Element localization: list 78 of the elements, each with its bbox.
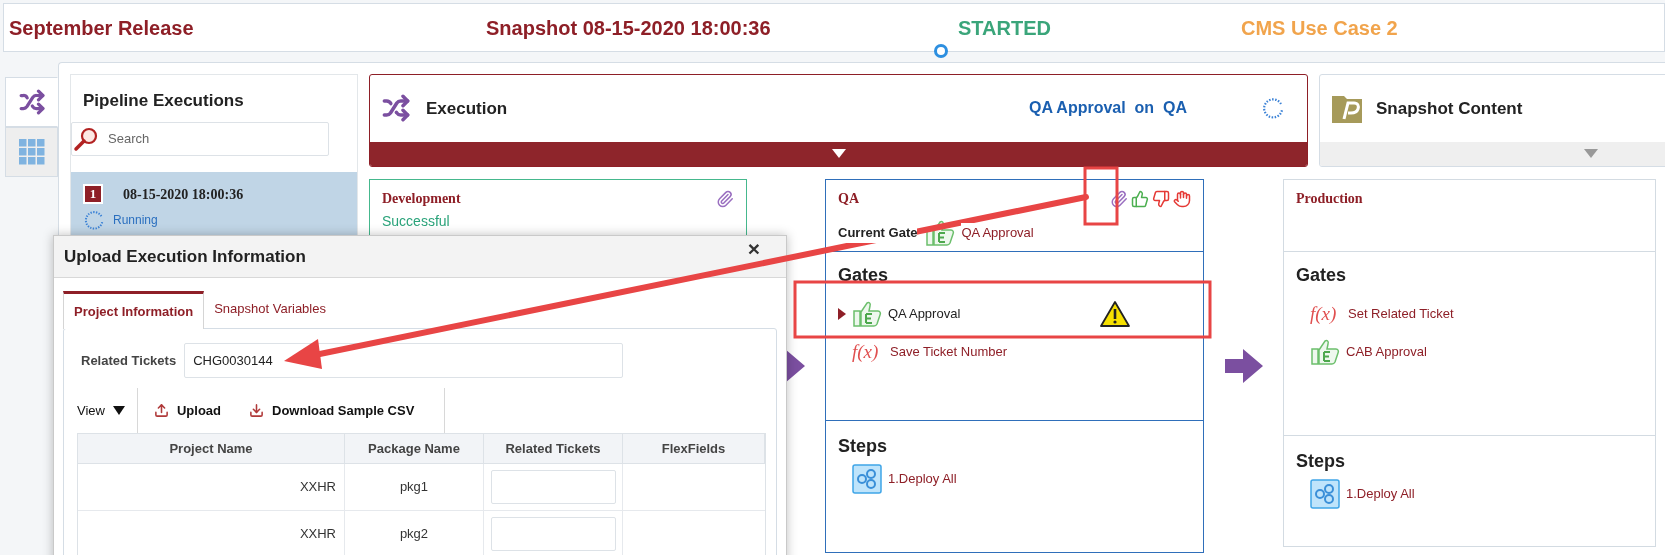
snapshot-title: Snapshot 08-15-2020 18:00:36 bbox=[486, 15, 772, 41]
steps-heading: Steps bbox=[1296, 450, 1347, 473]
gate-row[interactable]: CAB Approval bbox=[1296, 333, 1643, 371]
running-spinner-icon bbox=[83, 208, 105, 231]
download-icon bbox=[249, 403, 264, 418]
loading-spinner-icon bbox=[1261, 96, 1285, 121]
gates-heading: Gates bbox=[838, 264, 890, 287]
ticket-input-field[interactable] bbox=[490, 517, 616, 551]
paperclip-icon[interactable] bbox=[1110, 189, 1128, 208]
ticket-input-field[interactable] bbox=[490, 470, 616, 504]
deploy-icon bbox=[1310, 479, 1340, 509]
execution-status: Running bbox=[113, 211, 158, 229]
expand-bar[interactable] bbox=[370, 141, 1307, 166]
stage-name: QA bbox=[838, 190, 859, 208]
dialog-tab[interactable]: Project Information bbox=[63, 291, 205, 329]
steps-heading: Steps bbox=[838, 435, 889, 458]
gate-name: QA Approval bbox=[888, 305, 961, 324]
current-marker-icon bbox=[838, 308, 846, 320]
caret-icon bbox=[1584, 149, 1598, 159]
dialog-tab[interactable]: Snapshot Variables bbox=[204, 290, 336, 328]
use-case-label: CMS Use Case 2 bbox=[1241, 15, 1398, 41]
gate-row[interactable]: f(x) Save Ticket Number bbox=[838, 333, 1191, 371]
search-icon bbox=[73, 125, 99, 152]
thumbs-up-icon bbox=[852, 300, 884, 328]
upload-icon bbox=[153, 403, 169, 418]
column-header: FlexFields bbox=[623, 434, 765, 463]
table-cell: pkg2 bbox=[345, 511, 484, 555]
shuffle-icon bbox=[18, 89, 45, 115]
execution-date: 08-15-2020 18:00:36 bbox=[123, 185, 244, 204]
execution-number: 1 bbox=[83, 184, 103, 204]
step-name[interactable]: 1.Deploy All bbox=[1346, 484, 1415, 504]
panel-title: Pipeline Executions bbox=[82, 90, 245, 112]
highlight-frame bbox=[1083, 166, 1119, 226]
field-label: Related Tickets bbox=[81, 351, 177, 370]
table-cell: XXHR bbox=[78, 464, 345, 510]
thumbs-up-icon[interactable] bbox=[1131, 189, 1149, 208]
caret-icon bbox=[831, 149, 846, 159]
status-label: STARTED bbox=[958, 15, 1052, 41]
search-field[interactable]: Search bbox=[71, 121, 329, 156]
table-cell: XXHR bbox=[78, 511, 345, 555]
column-header: Package Name bbox=[345, 434, 484, 463]
gates-heading: Gates bbox=[1296, 264, 1348, 287]
close-button[interactable]: × bbox=[747, 241, 760, 257]
paperclip-icon[interactable] bbox=[716, 189, 734, 208]
function-icon: f(x) bbox=[1310, 299, 1344, 329]
gate-name: CAB Approval bbox=[1346, 343, 1427, 362]
toolbar-button[interactable]: View bbox=[77, 388, 138, 433]
stage-name: Production bbox=[1296, 190, 1363, 208]
snapshot-logo-icon bbox=[1332, 93, 1362, 124]
side-tab[interactable] bbox=[5, 77, 58, 127]
caret-icon bbox=[112, 406, 125, 415]
toolbar-button[interactable]: Download Sample CSV bbox=[249, 388, 446, 433]
gate-name: Set Related Ticket bbox=[1348, 305, 1454, 324]
current-gate[interactable]: QA Approval bbox=[961, 223, 1034, 243]
gate-name: Save Ticket Number bbox=[890, 343, 1008, 362]
grid-icon bbox=[18, 139, 45, 165]
thumbs-up-icon bbox=[1310, 338, 1342, 366]
column-header: Related Tickets bbox=[484, 434, 623, 463]
stage-name: Development bbox=[382, 190, 461, 208]
current-gate-summary: QA Approval on QA bbox=[1029, 98, 1187, 119]
thumbs-down-icon[interactable] bbox=[1152, 189, 1170, 208]
column-header: Project Name bbox=[78, 434, 345, 463]
shuffle-icon bbox=[382, 94, 410, 123]
gate-row[interactable]: f(x) Set Related Ticket bbox=[1296, 295, 1643, 333]
toolbar-button[interactable]: Upload bbox=[153, 388, 221, 433]
step-name[interactable]: 1.Deploy All bbox=[888, 469, 957, 489]
panel-title: Snapshot Content bbox=[1376, 97, 1523, 120]
function-icon: f(x) bbox=[852, 337, 886, 367]
panel-title: Execution bbox=[426, 97, 509, 120]
stop-hand-icon[interactable] bbox=[1173, 189, 1191, 208]
table-cell: pkg1 bbox=[345, 464, 484, 510]
flow-arrow-icon bbox=[1224, 349, 1263, 383]
release-title: September Release bbox=[8, 15, 195, 41]
warning-icon bbox=[1099, 300, 1131, 328]
gate-row[interactable]: QA Approval bbox=[838, 295, 1191, 333]
deploy-icon bbox=[852, 464, 882, 494]
stage-status: Successful bbox=[382, 212, 451, 231]
related-tickets-field[interactable]: CHG0030144 bbox=[184, 343, 624, 378]
